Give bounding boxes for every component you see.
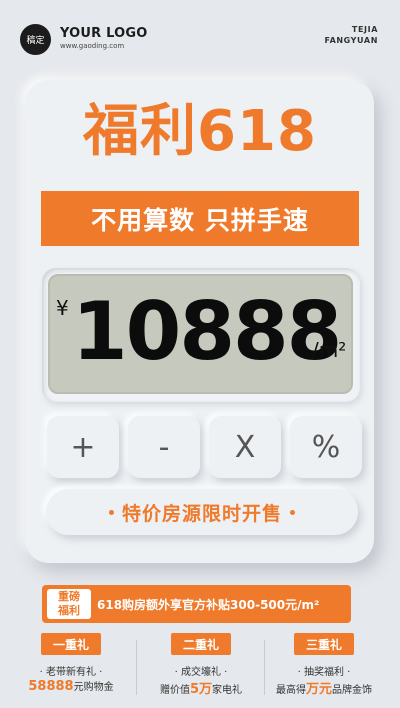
promo-text: 618购房额外享官方补贴300-500元/m² xyxy=(97,598,320,612)
bullet-dot xyxy=(290,509,295,515)
gift-desc-2: · 成交壕礼 · xyxy=(174,667,228,678)
gift-value-1: 58888元购物金 xyxy=(11,678,131,694)
slogan-banner: 不用算数 只拼手速 xyxy=(41,191,359,246)
gift-value-3: 最高得万元品牌金饰 xyxy=(264,678,384,697)
gift-value-highlight: 58888 xyxy=(28,679,74,694)
headline: 福利618 xyxy=(83,99,317,164)
brand-name: TEJIA FANGYUAN xyxy=(324,24,378,46)
price-amount: 10888 xyxy=(72,285,342,378)
price-unit: /m² xyxy=(312,338,347,362)
gift-desc-3: · 抽奖福利 · xyxy=(297,667,351,678)
logo-url: www.gaoding.com xyxy=(60,42,125,50)
plus-key[interactable]: + xyxy=(47,416,119,478)
sale-button-label: 特价房源限时开售 xyxy=(121,502,282,525)
promo-tag-line-1: 重磅 xyxy=(58,590,80,603)
gift-value-post: 家电礼 xyxy=(212,685,243,696)
logo-badge: 稿定 xyxy=(20,24,51,55)
gift-value-pre: 赠价值 xyxy=(159,685,190,696)
gift-value-pre: 最高得 xyxy=(275,685,306,696)
gift-tag-2: 二重礼 xyxy=(171,633,231,655)
promo-tag: 重磅 福利 xyxy=(47,589,91,619)
sale-button[interactable]: 特价房源限时开售 xyxy=(46,489,358,535)
brand-line-1: TEJIA xyxy=(351,25,378,34)
gift-value-highlight: 万元 xyxy=(305,682,332,697)
divider xyxy=(136,640,137,695)
gift-desc-1: · 老带新有礼 · xyxy=(39,667,103,678)
minus-key[interactable]: - xyxy=(128,416,200,478)
gift-value-highlight: 5万 xyxy=(189,682,213,697)
promo-tag-line-2: 福利 xyxy=(58,604,80,617)
gift-tag-3: 三重礼 xyxy=(294,633,354,655)
logo-name: YOUR LOGO xyxy=(60,26,148,41)
bullet-dot xyxy=(108,509,114,515)
gift-value-post: 品牌金饰 xyxy=(332,685,372,696)
gift-value-post: 元购物金 xyxy=(73,682,114,693)
percent-key[interactable]: % xyxy=(290,416,362,478)
gift-tag-1: 一重礼 xyxy=(41,633,101,655)
currency-symbol: ¥ xyxy=(56,296,69,320)
gift-value-2: 赠价值5万家电礼 xyxy=(141,678,261,697)
multiply-key[interactable]: X xyxy=(209,416,281,478)
brand-line-2: FANGYUAN xyxy=(324,36,378,45)
